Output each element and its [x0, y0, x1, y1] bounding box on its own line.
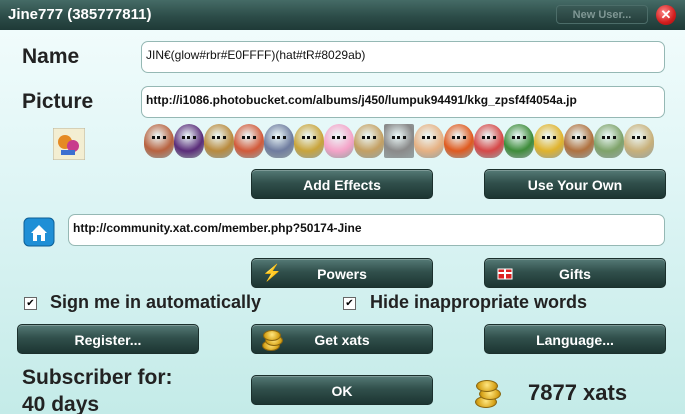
close-icon[interactable]: ✕: [656, 5, 676, 25]
use-your-own-button[interactable]: Use Your Own: [484, 169, 666, 199]
bw-photo-avatar[interactable]: [384, 124, 414, 158]
redhead-girl-avatar[interactable]: [234, 124, 264, 158]
powers-label: Powers: [317, 266, 367, 282]
get-xats-button[interactable]: Get xats: [251, 324, 433, 354]
fish-skeleton-avatar[interactable]: [594, 124, 624, 158]
settings-window: Jine777 (385777811) New User... ✕ Name J…: [0, 0, 685, 414]
purple-hat-avatar[interactable]: [174, 124, 204, 158]
hide-words-checkbox[interactable]: ✔: [343, 297, 356, 310]
gifts-button[interactable]: Gifts: [484, 258, 666, 288]
lightning-icon: ⚡: [262, 265, 282, 282]
subscriber-days: 40 days: [22, 393, 100, 414]
home-icon[interactable]: [23, 217, 55, 247]
orange-hair-avatar[interactable]: [414, 124, 444, 158]
avatar-picker: [144, 124, 664, 160]
xats-count: 7877 xats: [528, 380, 628, 405]
xats-coins-icon: [475, 380, 501, 408]
yellow-face-avatar[interactable]: [534, 124, 564, 158]
gifts-label: Gifts: [559, 266, 591, 282]
powers-button[interactable]: ⚡ Powers: [251, 258, 433, 288]
current-avatar-icon: [53, 128, 85, 160]
green-monster-avatar[interactable]: [504, 124, 534, 158]
sign-in-auto-checkbox[interactable]: ✔: [24, 297, 37, 310]
language-button[interactable]: Language...: [484, 324, 666, 354]
sign-in-auto-label: Sign me in automatically: [50, 292, 262, 312]
picture-url-input[interactable]: http://i1086.photobucket.com/albums/j450…: [141, 86, 665, 118]
window-title: Jine777 (385777811): [8, 6, 152, 23]
dog-face-avatar[interactable]: [354, 124, 384, 158]
gift-icon: [495, 264, 515, 284]
new-user-button[interactable]: New User...: [556, 5, 648, 24]
bumpy-face-avatar[interactable]: [624, 124, 654, 158]
robot-avatar[interactable]: [264, 124, 294, 158]
goggles-avatar[interactable]: [294, 124, 324, 158]
name-input[interactable]: JIN€(glow#rbr#E0FFFF)(hat#tR#8029ab): [141, 41, 665, 73]
subscriber-label: Subscriber for:: [22, 366, 173, 389]
get-xats-label: Get xats: [314, 332, 370, 348]
brown-man-avatar[interactable]: [564, 124, 594, 158]
homepage-input[interactable]: http://community.xat.com/member.php?5017…: [68, 214, 665, 246]
name-label: Name: [22, 45, 80, 68]
pink-pig-avatar[interactable]: [324, 124, 354, 158]
register-button[interactable]: Register...: [17, 324, 199, 354]
picture-label: Picture: [22, 90, 94, 113]
hide-words-label: Hide inappropriate words: [370, 292, 588, 312]
title-bar[interactable]: Jine777 (385777811) New User... ✕: [0, 0, 685, 30]
crab-avatar[interactable]: [444, 124, 474, 158]
coins-icon: [262, 330, 283, 351]
bald-man-avatar[interactable]: [144, 124, 174, 158]
add-effects-button[interactable]: Add Effects: [251, 169, 433, 199]
rocket-avatar[interactable]: [474, 124, 504, 158]
ok-button[interactable]: OK: [251, 375, 433, 405]
dog-avatar[interactable]: [204, 124, 234, 158]
